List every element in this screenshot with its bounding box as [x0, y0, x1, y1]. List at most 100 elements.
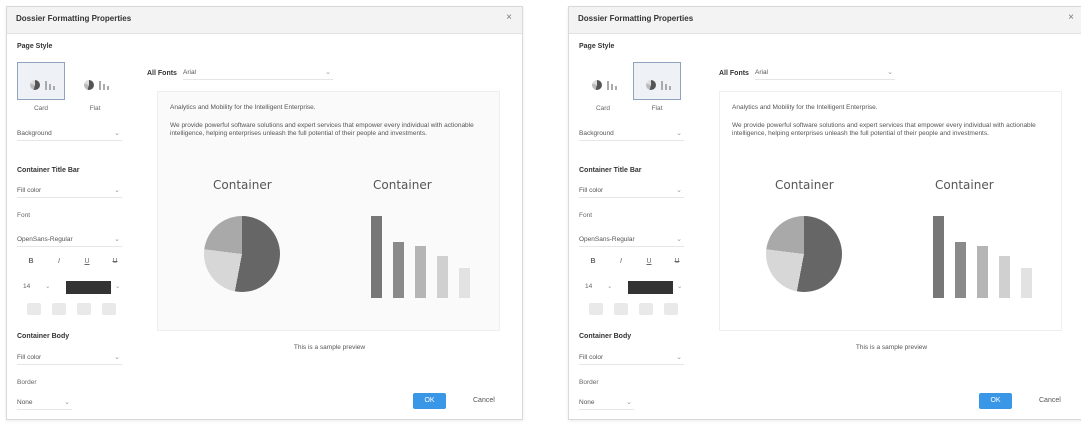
- bar: [393, 242, 404, 298]
- background-label: Background: [17, 130, 52, 137]
- chevron-down-icon: ⌄: [114, 130, 120, 137]
- border-select[interactable]: None ⌄: [17, 396, 72, 410]
- container-body-heading: Container Body: [17, 333, 70, 340]
- card-label: Card: [595, 105, 611, 112]
- cancel-button[interactable]: Cancel: [473, 397, 495, 404]
- sample-pie-chart: [204, 216, 280, 292]
- border-value: None: [17, 399, 33, 406]
- pie-chart-icon: [84, 80, 94, 90]
- font-size-select[interactable]: 14: [23, 283, 30, 290]
- bar: [459, 268, 470, 298]
- bold-button[interactable]: B: [583, 255, 603, 269]
- container-body-heading: Container Body: [579, 333, 632, 340]
- background-select[interactable]: Background ⌄: [17, 127, 122, 141]
- ok-button[interactable]: OK: [413, 393, 446, 409]
- chevron-down-icon: ⌄: [114, 236, 120, 243]
- font-family-select[interactable]: OpenSans-Regular ⌄: [17, 233, 122, 247]
- bar-chart-icon: [45, 80, 55, 90]
- title-fill-color-select[interactable]: Fill color ⌄: [579, 184, 684, 198]
- fill-color-label: Fill color: [17, 187, 42, 194]
- font-label: Font: [17, 212, 31, 219]
- all-fonts-label: All Fonts: [719, 70, 749, 77]
- page-style-flat-option[interactable]: [633, 62, 681, 100]
- pie-chart-icon: [30, 80, 40, 90]
- align-justify-icon[interactable]: [102, 303, 116, 315]
- sample-bar-chart: [371, 216, 481, 298]
- fill-color-label: Fill color: [579, 354, 604, 361]
- sample-bar-chart: [933, 216, 1043, 298]
- ok-button[interactable]: OK: [979, 393, 1012, 409]
- strikethrough-button[interactable]: U: [667, 255, 687, 269]
- close-icon[interactable]: ×: [1068, 12, 1074, 23]
- pie-chart-icon: [592, 80, 602, 90]
- preview-body: We provide powerful software solutions a…: [732, 122, 1036, 137]
- italic-button[interactable]: I: [611, 255, 631, 269]
- chevron-down-icon: ⌄: [114, 187, 120, 194]
- align-center-icon[interactable]: [52, 303, 66, 315]
- border-value: None: [579, 399, 595, 406]
- font-size-select[interactable]: 14: [585, 283, 592, 290]
- bar: [1021, 268, 1032, 298]
- page-style-card-option[interactable]: [579, 62, 627, 100]
- container-title-bar-heading: Container Title Bar: [17, 167, 80, 174]
- align-right-icon[interactable]: [77, 303, 91, 315]
- underline-button[interactable]: U: [77, 255, 97, 269]
- bold-button[interactable]: B: [21, 255, 41, 269]
- align-justify-icon[interactable]: [664, 303, 678, 315]
- bar-chart-icon: [607, 80, 617, 90]
- container-title: Container: [373, 178, 432, 192]
- title-fill-color-select[interactable]: Fill color ⌄: [17, 184, 122, 198]
- formatting-dialog-flat: Dossier Formatting Properties × Page Sty…: [568, 6, 1081, 420]
- all-fonts-value: Arial: [755, 69, 769, 76]
- all-fonts-label: All Fonts: [147, 70, 177, 77]
- all-fonts-value: Arial: [183, 69, 197, 76]
- body-fill-color-select[interactable]: Fill color ⌄: [579, 351, 684, 365]
- fill-color-label: Fill color: [17, 354, 42, 361]
- strikethrough-button[interactable]: U: [105, 255, 125, 269]
- chevron-down-icon: ⌄: [677, 283, 683, 290]
- chevron-down-icon: ⌄: [45, 283, 51, 290]
- border-label: Border: [579, 379, 599, 386]
- bar-chart-icon: [661, 80, 671, 90]
- dialog-titlebar: Dossier Formatting Properties ×: [7, 7, 522, 34]
- align-center-icon[interactable]: [614, 303, 628, 315]
- page-style-flat-option[interactable]: [71, 62, 119, 100]
- container-title: Container: [213, 178, 272, 192]
- underline-button[interactable]: U: [639, 255, 659, 269]
- container-title: Container: [935, 178, 994, 192]
- align-left-icon[interactable]: [589, 303, 603, 315]
- bar-chart-icon: [99, 80, 109, 90]
- preview-headline: Analytics and Mobility for the Intellige…: [170, 104, 316, 111]
- bar: [371, 216, 382, 298]
- body-fill-color-select[interactable]: Fill color ⌄: [17, 351, 122, 365]
- page-style-card-option[interactable]: [17, 62, 65, 100]
- border-select[interactable]: None ⌄: [579, 396, 634, 410]
- pie-chart-icon: [646, 80, 656, 90]
- close-icon[interactable]: ×: [506, 12, 512, 23]
- all-fonts-select[interactable]: Arial ⌄: [183, 66, 333, 80]
- italic-button[interactable]: I: [49, 255, 69, 269]
- chevron-down-icon: ⌄: [676, 130, 682, 137]
- preview-body: We provide powerful software solutions a…: [170, 122, 474, 137]
- align-right-icon[interactable]: [639, 303, 653, 315]
- chevron-down-icon: ⌄: [676, 354, 682, 361]
- dialog-title: Dossier Formatting Properties: [16, 14, 132, 23]
- chevron-down-icon: ⌄: [64, 399, 70, 406]
- card-label: Card: [33, 105, 49, 112]
- flat-label: Flat: [651, 105, 663, 112]
- background-label: Background: [579, 130, 614, 137]
- cancel-button[interactable]: Cancel: [1039, 397, 1061, 404]
- chevron-down-icon: ⌄: [676, 187, 682, 194]
- sample-pie-chart: [766, 216, 842, 292]
- font-color-swatch[interactable]: [66, 281, 111, 294]
- all-fonts-select[interactable]: Arial ⌄: [755, 66, 895, 80]
- dialog-titlebar: Dossier Formatting Properties ×: [569, 7, 1081, 34]
- font-color-swatch[interactable]: [628, 281, 673, 294]
- align-left-icon[interactable]: [27, 303, 41, 315]
- formatting-dialog-card: Dossier Formatting Properties × Page Sty…: [6, 6, 523, 420]
- preview-panel: Analytics and Mobility for the Intellige…: [719, 91, 1062, 351]
- background-select[interactable]: Background ⌄: [579, 127, 684, 141]
- bar: [977, 246, 988, 298]
- bar: [415, 246, 426, 298]
- font-family-select[interactable]: OpenSans-Regular ⌄: [579, 233, 684, 247]
